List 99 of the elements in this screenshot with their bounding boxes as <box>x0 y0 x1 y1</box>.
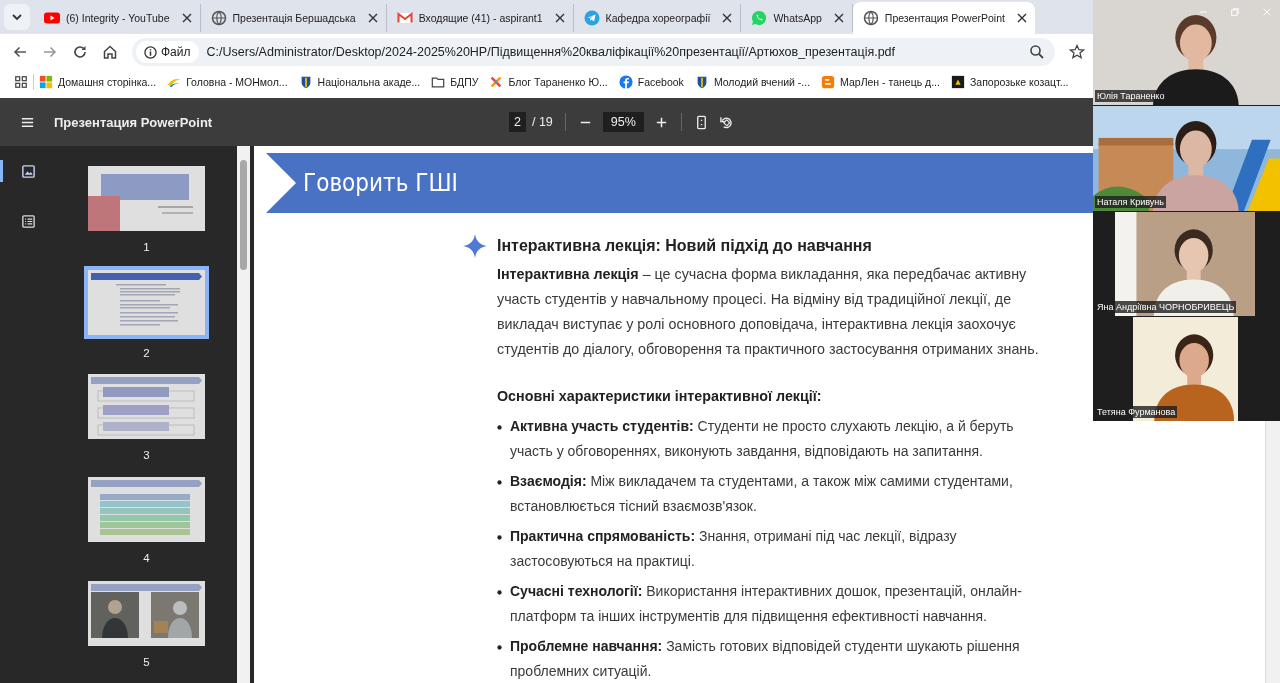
bullet-icon <box>497 480 502 485</box>
section-heading: Інтерактивна лекція: Новий підхід до навчання <box>497 236 872 256</box>
tab-title: WhatsApp <box>773 12 822 24</box>
list-icon <box>20 213 36 229</box>
bookmark[interactable]: Домашня сторінка... <box>39 75 157 89</box>
close-icon[interactable] <box>554 13 565 23</box>
bookmark[interactable]: Запорозьке козацт... <box>950 75 1069 89</box>
bookmark[interactable]: Національна акаде... <box>298 75 421 89</box>
slide-thumbnail[interactable] <box>86 371 207 441</box>
bullet-icon <box>497 645 502 650</box>
bullet-icon <box>497 425 502 430</box>
apps-grid-icon[interactable] <box>14 75 28 89</box>
bookmark[interactable]: Головна - МОНмол... <box>167 75 288 89</box>
browser-tab[interactable]: (6) Integrity - YouTube <box>34 4 201 32</box>
bookmark[interactable]: Блог Тараненко Ю... <box>489 75 608 89</box>
slide-thumbnail[interactable] <box>86 475 207 545</box>
blogger-icon <box>821 75 836 89</box>
browser-tab[interactable]: Презентація Бершадська <box>200 4 387 32</box>
play-icon <box>44 10 60 26</box>
bookmark[interactable]: БДПУ <box>431 75 479 89</box>
bookmark-label: Блог Тараненко Ю... <box>508 76 608 88</box>
list-heading: Основні характеристики інтерактивної лекції: <box>497 387 823 406</box>
browser-tab[interactable]: WhatsApp <box>741 4 853 32</box>
tab-title: (6) Integrity - YouTube <box>66 12 170 24</box>
bookmark[interactable]: Facebook <box>618 75 684 89</box>
list-item: Активна участь студентів: Студенти не просто слухають лекцію, а й беруть участь у обговореннях, виконують завдання, відповідають на запитання. <box>510 417 1015 461</box>
page-number: 4 <box>143 552 150 565</box>
close-icon[interactable] <box>833 13 844 23</box>
star-icon[interactable] <box>1069 44 1085 60</box>
address-bar[interactable]: Файл C:/Users/Administrator/Desktop/2024-2025%20НР/Підвищення%20кваліфікації%20презентації/Артюхов_презентація.pdf <box>132 38 1055 66</box>
caret-icon <box>11 11 23 23</box>
back-icon[interactable] <box>12 44 28 60</box>
cross-logo-icon <box>489 75 504 89</box>
tab-title: Кафедра хореографії <box>605 12 711 24</box>
browser-tab[interactable]: Входящие (41) - aspirant1 <box>386 4 574 32</box>
forward-icon[interactable] <box>42 44 58 60</box>
list-item: Сучасні технології: Використання інтерактивних дошок, презентацій, онлайн-платформ та інших інструментів для підвищення ефективності навчання. <box>510 582 1023 626</box>
home-icon[interactable] <box>102 44 118 60</box>
tab-search-button[interactable] <box>4 4 30 30</box>
zoom-field[interactable]: 95% <box>602 112 644 132</box>
image-icon <box>20 163 36 179</box>
page-number: 2 <box>143 346 150 359</box>
browser-tab[interactable]: Кафедра хореографії <box>573 4 742 32</box>
bookmark-label: Національна акаде... <box>317 76 421 88</box>
tab-title: Презентація Бершадська <box>232 12 356 24</box>
paper-plane-icon <box>583 10 600 26</box>
mail-icon <box>396 10 413 26</box>
close-icon[interactable] <box>1016 13 1027 23</box>
tab-title: Входящие (41) - aspirant1 <box>418 12 543 24</box>
page-number: 3 <box>143 448 150 461</box>
scrollbar[interactable] <box>1265 419 1280 683</box>
globe-icon <box>862 10 879 26</box>
globe-icon <box>210 10 227 26</box>
reload-icon[interactable] <box>72 44 88 60</box>
scheme-label: Файл <box>161 45 191 59</box>
bookmark[interactable]: Молодий вчений -... <box>694 75 811 89</box>
list-item: Проблемне навчання: Замість готових відповідей студенти шукають рішення проблемних ситуацій. <box>510 637 1021 681</box>
bookmark-label: МарЛен - танець д... <box>840 76 940 88</box>
list-item: Практична спрямованість: Знання, отримані під час лекції, відразу застосовуються на практиці. <box>510 527 958 571</box>
bullet-icon <box>497 590 502 595</box>
participant-name: Юлія Тараненко <box>1095 90 1167 102</box>
site-info-button[interactable]: Файл <box>136 41 199 63</box>
bookmark-label: Домашня сторінка... <box>58 76 157 88</box>
browser-tab[interactable]: Презентация PowerPoint <box>852 2 1035 34</box>
url-text: C:/Users/Administrator/Desktop/2024-2025%20НР/Підвищення%20кваліфікації%20презентації/Артюхов_презентація.pdf <box>206 45 896 59</box>
page-total: / 19 <box>531 115 553 129</box>
scrollbar[interactable] <box>237 146 250 683</box>
sparkle-icon <box>463 233 487 258</box>
page-number: 1 <box>143 241 150 253</box>
close-icon[interactable] <box>367 13 378 23</box>
participant-name: Яна Андріївна ЧОРНОБРИВЕЦЬ <box>1095 301 1237 313</box>
info-icon <box>144 45 157 59</box>
paragraph: Інтерактивна лекція – це сучасна форма викладання, яка передбачає активну участь студентів у навчальному процесі. На відміну від традиційної лекції, де викладач виступає у ролі основного доповідача, інтерактивна лекція заохочує студентів до діалогу, обговорення та практичного застосування отриманих знань. <box>497 265 1040 359</box>
square-logo-icon <box>950 75 965 89</box>
page-number-field[interactable]: 2 <box>509 112 526 132</box>
participant-name: Наталя Кривунь <box>1095 196 1166 208</box>
list-item: Взаємодія: Між викладачем та студентами, а також між самими студентами, встановлюється тісний взаємозв'язок. <box>510 472 1014 516</box>
document-title: Презентация PowerPoint <box>54 114 214 130</box>
close-icon[interactable] <box>181 13 192 23</box>
slide-title: Говорить ГШІ <box>303 169 458 197</box>
slide-thumbnail[interactable] <box>86 164 207 233</box>
bookmark-label: Головна - МОНмол... <box>186 76 288 88</box>
facebook-icon <box>618 75 633 89</box>
bookmark-label: БДПУ <box>450 76 479 88</box>
folder-icon <box>431 75 446 89</box>
bullet-icon <box>497 535 502 540</box>
bookmark-label: Facebook <box>637 76 684 88</box>
chat-bubble-icon <box>751 10 768 26</box>
tab-title: Презентация PowerPoint <box>884 12 1005 24</box>
slide-thumbnail[interactable] <box>84 265 209 339</box>
rotate-icon[interactable] <box>718 114 734 130</box>
windows-logo-icon <box>39 75 53 89</box>
zoom-icon[interactable] <box>1029 44 1045 60</box>
participant-name: Тетяна Фурманова <box>1095 406 1178 418</box>
close-icon[interactable] <box>722 13 733 23</box>
bookmark-label: Запорозьке козацт... <box>969 76 1069 88</box>
bookmark-label: Молодий вчений -... <box>713 76 811 88</box>
bookmark[interactable]: МарЛен - танець д... <box>821 75 940 89</box>
page-number: 5 <box>143 656 150 669</box>
